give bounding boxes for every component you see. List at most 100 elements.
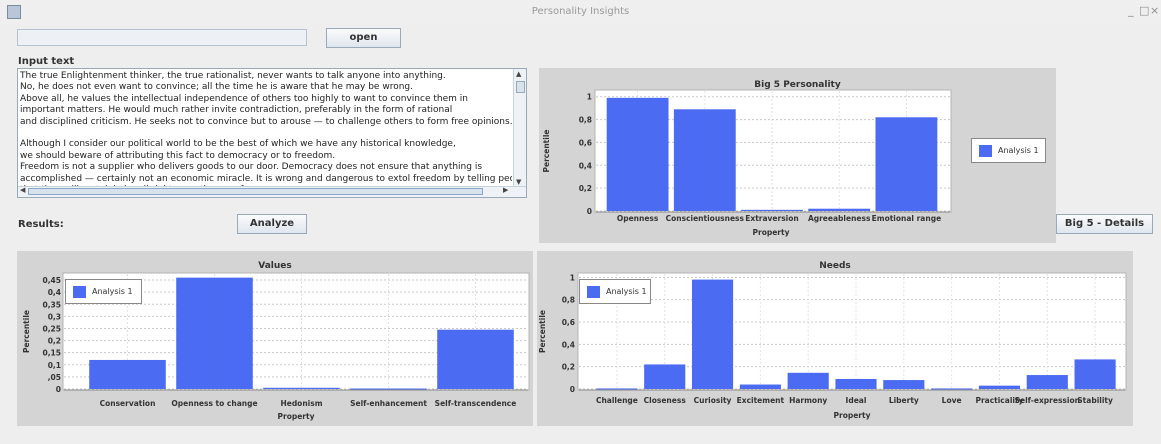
x-tick-label: Agreeableness xyxy=(808,214,871,223)
y-tick-label: 0,4 xyxy=(562,340,575,349)
x-axis-label: Property xyxy=(834,411,871,420)
x-axis-label: Property xyxy=(753,228,790,237)
window-title: Personality Insights xyxy=(531,6,630,17)
input-text-content[interactable]: The true Enlightenment thinker, the true… xyxy=(20,71,512,196)
bar-hedonism xyxy=(263,387,340,389)
y-tick-label: 0,45 xyxy=(42,276,61,285)
x-tick-label: Curiosity xyxy=(694,396,732,405)
bar-ideal xyxy=(835,378,877,389)
horizontal-scrollbar[interactable]: ◀ ▶ xyxy=(18,186,526,197)
bar-self-expression xyxy=(1026,375,1068,389)
bar-agreeableness xyxy=(808,208,871,211)
y-tick-label: 0,2 xyxy=(579,184,592,193)
bar-liberty xyxy=(883,380,925,389)
needs-chart-panel: Needs 0 0,2 0,4 0,6 0,8 1 Challenge Closeness Cu… xyxy=(537,251,1133,426)
x-tick-label: Stability xyxy=(1077,396,1113,405)
scroll-left-icon[interactable]: ◀ xyxy=(20,186,25,194)
y-tick-label: 0,4 xyxy=(579,161,592,170)
legend-swatch xyxy=(587,286,600,298)
legend-swatch xyxy=(73,286,86,298)
y-tick-label: ,05 xyxy=(48,373,61,382)
legend-swatch xyxy=(979,145,992,157)
y-tick-label: 0,4 xyxy=(48,288,61,297)
bar-emotional-range xyxy=(875,117,938,211)
bar-closeness xyxy=(644,364,686,389)
horizontal-scroll-thumb[interactable] xyxy=(28,188,483,195)
vertical-scrollbar[interactable]: ▲ ▼ xyxy=(513,69,526,187)
x-tick-label: Ideal xyxy=(846,396,867,405)
bar-love xyxy=(931,388,973,390)
minimize-icon[interactable]: _ xyxy=(1128,4,1134,17)
y-tick-label: 0,8 xyxy=(579,116,592,125)
legend-label: Analysis 1 xyxy=(998,146,1039,155)
big5-legend: Analysis 1 xyxy=(971,138,1046,163)
needs-legend: Analysis 1 xyxy=(579,279,651,304)
values-chart-panel: Values 0,05 0,1 0,15 0,2 0,25 0,3 0,35 0,4 0,45 C… xyxy=(17,251,533,426)
x-tick-label: Challenge xyxy=(596,396,638,405)
x-tick-label: Self-enhancement xyxy=(350,399,427,408)
x-tick-label: Conscientiousness xyxy=(666,214,745,223)
maximize-icon[interactable]: □ xyxy=(1139,4,1149,17)
big5-chart-panel: Big 5 Personality 0 0,2 0,4 0,6 0,8 1 Openness… xyxy=(539,68,1056,243)
x-tick-label: Extraversion xyxy=(745,214,799,223)
y-tick-label: 0,15 xyxy=(42,349,61,358)
y-axis-label: Percentile xyxy=(22,310,31,353)
scroll-right-icon[interactable]: ▶ xyxy=(503,186,508,194)
scroll-up-icon[interactable]: ▲ xyxy=(516,70,521,78)
y-tick-label: 0,6 xyxy=(562,318,575,327)
y-tick-label: 0 xyxy=(570,385,575,394)
y-tick-label: 0,6 xyxy=(579,138,592,147)
y-tick-label: 1 xyxy=(587,93,592,102)
x-tick-label: Harmony xyxy=(789,396,827,405)
big5-details-button[interactable]: Big 5 - Details xyxy=(1056,214,1153,234)
x-tick-label: Closeness xyxy=(644,396,687,405)
y-tick-label: 0,25 xyxy=(42,324,61,333)
bar-challenge xyxy=(596,388,638,390)
bar-stability xyxy=(1074,359,1116,389)
y-tick-label: 0 xyxy=(587,207,592,216)
y-tick-label: 0,3 xyxy=(48,312,61,321)
bar-harmony xyxy=(787,372,829,389)
bar-practicality xyxy=(978,385,1021,389)
bar-excitement xyxy=(739,384,781,389)
x-tick-label: Openness xyxy=(617,214,659,223)
legend-label: Analysis 1 xyxy=(92,287,133,296)
input-text-label: Input text xyxy=(18,56,75,67)
x-tick-label: Openness to change xyxy=(171,399,257,408)
file-path-field[interactable] xyxy=(17,29,307,46)
values-legend: Analysis 1 xyxy=(65,279,142,304)
bar-curiosity xyxy=(691,279,734,389)
y-tick-label: 1 xyxy=(570,273,575,282)
open-button[interactable]: open xyxy=(326,28,401,48)
bar-self-enhancement xyxy=(350,388,427,390)
x-tick-label: Emotional range xyxy=(872,214,942,223)
bar-extraversion xyxy=(741,209,803,211)
y-tick-label: 0,2 xyxy=(562,363,575,372)
x-axis-label: Property xyxy=(278,412,315,421)
bar-openness-to-change xyxy=(176,277,253,389)
title-bar: Personality Insights _ □ × xyxy=(0,0,1161,24)
x-tick-label: Self-transcendence xyxy=(435,399,517,408)
x-tick-label: Self-expression xyxy=(1015,396,1080,405)
close-icon[interactable]: × xyxy=(1150,4,1159,17)
y-tick-label: 0,1 xyxy=(48,361,61,370)
bar-conservation xyxy=(89,359,166,389)
x-tick-label: Excitement xyxy=(737,396,785,405)
input-text-area[interactable]: The true Enlightenment thinker, the true… xyxy=(17,68,527,198)
values-chart: 0 ,05 0,1 0,15 0,2 0,25 0,3 0,35 0,4 0,45 Conserva… xyxy=(22,272,530,421)
y-tick-label: 0 xyxy=(56,385,61,394)
legend-label: Analysis 1 xyxy=(606,287,647,296)
y-tick-label: 0,35 xyxy=(42,300,61,309)
x-tick-label: Conservation xyxy=(100,399,156,408)
y-axis-label: Percentile xyxy=(538,310,547,353)
y-tick-label: 0,2 xyxy=(48,337,61,346)
big5-chart: 00,20,40,60,81Openness Conscientiousness E… xyxy=(542,89,952,237)
y-tick-label: 0,8 xyxy=(562,296,575,305)
bar-openness xyxy=(606,97,669,211)
vertical-scroll-thumb[interactable] xyxy=(516,81,525,93)
results-label: Results: xyxy=(18,219,64,230)
analyze-button[interactable]: Analyze xyxy=(237,214,307,234)
y-axis-label: Percentile xyxy=(542,130,551,173)
scroll-down-icon[interactable]: ▼ xyxy=(516,178,521,186)
needs-chart: 0 0,2 0,4 0,6 0,8 1 Challenge Closeness Curiosit… xyxy=(538,272,1127,420)
